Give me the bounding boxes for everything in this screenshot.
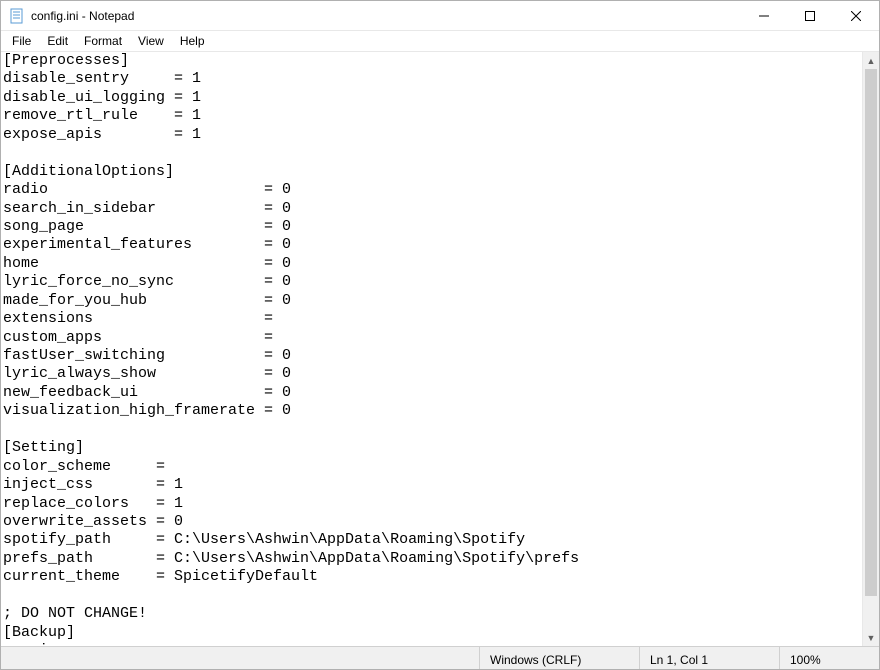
vertical-scrollbar[interactable]: ▲ ▼ xyxy=(862,52,879,646)
menu-edit[interactable]: Edit xyxy=(40,32,75,50)
status-spacer xyxy=(1,647,479,669)
close-button[interactable] xyxy=(833,1,879,30)
menu-help[interactable]: Help xyxy=(173,32,212,50)
status-encoding: Windows (CRLF) xyxy=(479,647,639,669)
menu-file[interactable]: File xyxy=(5,32,38,50)
window-title: config.ini - Notepad xyxy=(31,9,741,23)
status-zoom: 100% xyxy=(779,647,879,669)
editor-area: [Preprocesses] disable_sentry = 1 disabl… xyxy=(1,51,879,646)
menu-format[interactable]: Format xyxy=(77,32,129,50)
status-cursor-position: Ln 1, Col 1 xyxy=(639,647,779,669)
notepad-window: config.ini - Notepad File Edit Format Vi… xyxy=(0,0,880,670)
maximize-button[interactable] xyxy=(787,1,833,30)
titlebar: config.ini - Notepad xyxy=(1,1,879,31)
menubar: File Edit Format View Help xyxy=(1,31,879,51)
scroll-down-arrow-icon[interactable]: ▼ xyxy=(863,629,879,646)
text-editor[interactable]: [Preprocesses] disable_sentry = 1 disabl… xyxy=(1,52,862,646)
menu-view[interactable]: View xyxy=(131,32,171,50)
minimize-button[interactable] xyxy=(741,1,787,30)
notepad-icon xyxy=(9,8,25,24)
scroll-thumb[interactable] xyxy=(865,69,877,596)
scroll-up-arrow-icon[interactable]: ▲ xyxy=(863,52,879,69)
window-controls xyxy=(741,1,879,30)
statusbar: Windows (CRLF) Ln 1, Col 1 100% xyxy=(1,646,879,669)
